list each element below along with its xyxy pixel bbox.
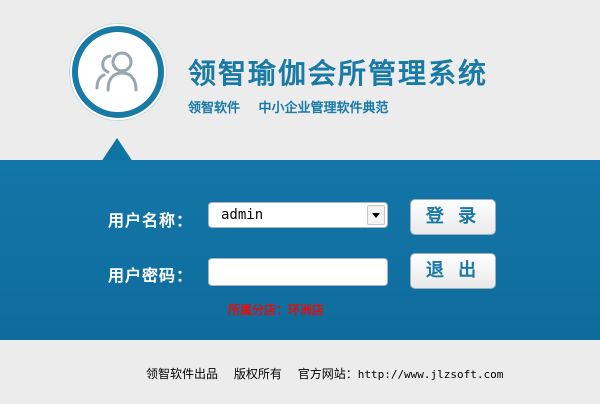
header-area: 领智瑜伽会所管理系统 领智软件 中小企业管理软件典范 [0, 0, 600, 162]
branch-info: 所属分店：环洲店 [228, 301, 324, 318]
users-icon [95, 51, 138, 92]
footer-text: 领智软件出品 版权所有 官方网站：http://www.jlzsoft.com [146, 365, 503, 382]
subtitle-brand: 领智软件 [188, 101, 241, 116]
footer-website-label: 官方网站： [297, 367, 358, 381]
app-title: 领智瑜伽会所管理系统 [188, 57, 489, 90]
subtitle-slogan: 中小企业管理软件典范 [258, 101, 389, 116]
logo [72, 26, 164, 118]
footer-website-link[interactable]: http://www.jlzsoft.com [358, 368, 504, 381]
app-subtitle: 领智软件 中小企业管理软件典范 [188, 97, 403, 116]
login-button[interactable]: 登 录 [410, 199, 496, 235]
branch-label: 所属分店： [228, 303, 289, 317]
login-panel: 用户名称： admin 用户密码： 登 录 退 出 所属分店：环洲店 [0, 160, 600, 340]
username-select[interactable]: admin [208, 202, 388, 228]
password-field[interactable] [208, 258, 388, 286]
chevron-down-icon[interactable] [367, 205, 385, 225]
footer: 领智软件出品 版权所有 官方网站：http://www.jlzsoft.com [0, 340, 600, 404]
username-label: 用户名称： [108, 211, 194, 230]
exit-button[interactable]: 退 出 [410, 253, 496, 289]
logo-pointer [101, 138, 133, 162]
password-label: 用户密码： [108, 266, 194, 285]
username-value: admin [221, 207, 264, 223]
branch-value: 环洲店 [288, 303, 325, 317]
footer-company: 领智软件出品 [146, 367, 219, 381]
footer-copyright: 版权所有 [233, 367, 282, 381]
